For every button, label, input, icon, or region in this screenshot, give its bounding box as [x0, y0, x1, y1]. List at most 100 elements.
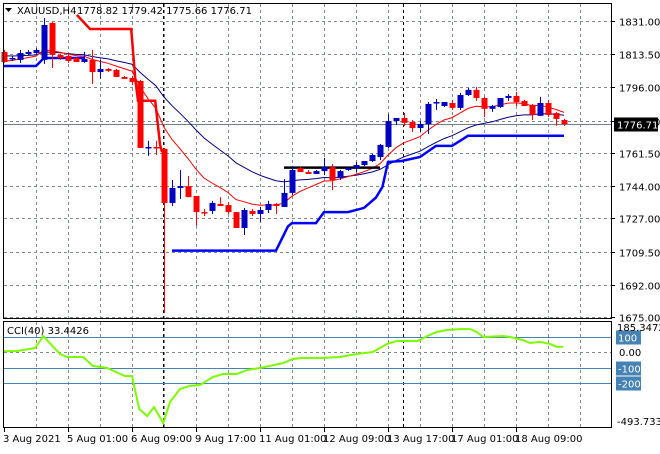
price-axis-label: 1796.00: [619, 84, 660, 95]
candle: [497, 98, 504, 108]
ohlc-readout: 1778.82 1779.42 1775.66 1776.71: [77, 6, 252, 17]
candle-body: [369, 154, 376, 162]
candle-body: [537, 102, 544, 116]
candle: [369, 153, 376, 162]
candle-body: [321, 167, 328, 172]
candle-body: [561, 120, 568, 125]
time-axis-label: 9 Aug 17:00: [195, 434, 256, 445]
candle-body: [97, 69, 104, 73]
candle-body: [1, 51, 8, 62]
time-axis-label: 11 Aug 01:00: [259, 434, 326, 445]
candle: [233, 212, 240, 229]
candle-body: [353, 165, 360, 169]
candle-body: [113, 69, 120, 77]
candle-body: [265, 203, 272, 210]
candle-body: [553, 113, 560, 119]
candle-body: [545, 102, 552, 115]
candle-body: [433, 102, 440, 104]
candle-body: [481, 98, 488, 109]
candle-body: [105, 69, 112, 71]
candle-body: [49, 22, 56, 55]
cci-axis-zero: 0.00: [619, 348, 641, 359]
candle-body: [9, 58, 16, 60]
candle-body: [449, 102, 456, 108]
cci-title: CCI(40) 33.4426: [7, 326, 89, 337]
time-axis-label: 18 Aug 09:00: [515, 434, 582, 445]
candle-body: [185, 186, 192, 198]
candle-body: [497, 98, 504, 107]
candle-body: [145, 146, 152, 149]
candle-body: [289, 169, 296, 193]
candle-body: [361, 161, 368, 166]
candle-body: [241, 209, 248, 229]
cci-level-label: -200: [618, 380, 641, 391]
candle-body: [225, 205, 232, 213]
candle: [113, 69, 120, 77]
time-axis-label: 17 Aug 01:00: [451, 434, 518, 445]
candle-body: [41, 24, 48, 60]
candle-body: [409, 121, 416, 129]
time-axis-label: 13 Aug 17:00: [387, 434, 454, 445]
candle: [457, 92, 464, 110]
chart-window: 100 -100 -200 185.3472 0.00 -493.7332 1831.00…: [0, 0, 660, 450]
candle-body: [89, 59, 96, 73]
time-axis-label: 5 Aug 01:00: [67, 434, 128, 445]
candle-body: [33, 50, 40, 54]
candle-body: [465, 89, 472, 95]
candle-body: [417, 124, 424, 129]
candle-body: [305, 172, 312, 174]
symbol-label: XAUUSD,H4: [17, 6, 76, 17]
candle-body: [441, 102, 448, 107]
candle-body: [297, 168, 304, 173]
cci-level-label: 100: [618, 334, 637, 345]
cci-axis-min: -493.7332: [617, 417, 660, 428]
candle-body: [249, 210, 256, 214]
candle-body: [457, 95, 464, 108]
price-axis-label: 1675.00: [619, 314, 660, 325]
candle-body: [169, 187, 176, 203]
candle-body: [121, 76, 128, 79]
candle-body: [161, 148, 168, 203]
candle-body: [505, 95, 512, 99]
candle: [1, 50, 8, 63]
candle-body: [329, 167, 336, 181]
candle: [289, 165, 296, 195]
candle-body: [281, 192, 288, 207]
candle-body: [401, 117, 408, 123]
candle-body: [201, 212, 208, 214]
candle-body: [385, 120, 392, 147]
candle-body: [153, 146, 160, 149]
candle-body: [425, 103, 432, 125]
candle-body: [73, 58, 80, 62]
candle-body: [177, 186, 184, 188]
time-axis-label: 12 Aug 09:00: [323, 434, 390, 445]
candle: [137, 79, 144, 148]
candle-body: [17, 53, 24, 60]
candle-body: [209, 202, 216, 211]
current-price-label: 1776.71: [617, 121, 658, 132]
cci-axis-max: 185.3472: [617, 323, 660, 334]
candle-body: [337, 171, 344, 178]
candle-body: [217, 203, 224, 206]
candle-body: [521, 100, 528, 107]
time-axis-label: 6 Aug 09:00: [131, 434, 192, 445]
candle-body: [257, 209, 264, 214]
candle-body: [233, 212, 240, 229]
candle-body: [313, 171, 320, 174]
candle-body: [81, 58, 88, 62]
candle-body: [473, 89, 480, 99]
candle-body: [137, 80, 144, 148]
candle-body: [489, 106, 496, 109]
candle-body: [529, 104, 536, 115]
candle-body: [377, 144, 384, 158]
time-axis-label: 3 Aug 2021: [3, 434, 61, 445]
candle-body: [129, 77, 136, 82]
candle-body: [513, 95, 520, 103]
candle-body: [65, 55, 72, 62]
price-axis-label: 1692.00: [619, 282, 660, 293]
price-axis-label: 1813.50: [619, 51, 660, 62]
price-axis-label: 1831.00: [619, 18, 660, 29]
price-axis-label: 1761.50: [619, 150, 660, 161]
price-axis-label: 1709.50: [619, 249, 660, 260]
candle-body: [193, 195, 200, 213]
